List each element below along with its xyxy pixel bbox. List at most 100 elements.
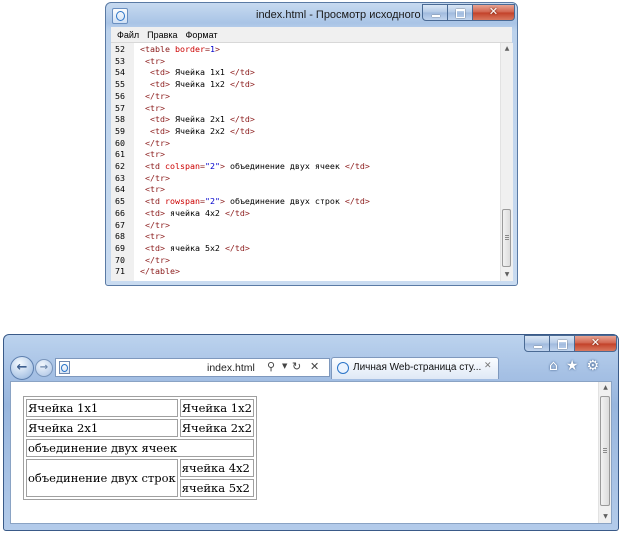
line-number: 59 <box>115 125 125 136</box>
code-text: <td> Ячейка 2x2 </td> <box>150 125 255 136</box>
source-view-window: index.html - Просмотр исходного кода Фай… <box>105 2 518 286</box>
line-number: 67 <box>115 219 125 230</box>
scroll-down-arrow-icon[interactable]: ▼ <box>599 511 611 523</box>
code-text: <td rowspan="2"> объединение двух строк … <box>145 196 370 207</box>
table-cell: ячейка 4x2 <box>179 459 254 477</box>
code-text: </table> <box>140 266 180 277</box>
ie-tab-icon <box>337 362 349 374</box>
menu-edit[interactable]: Правка <box>143 30 181 40</box>
source-code-area[interactable]: 52 <table border=1> 53 <tr> 54 <td> Ячейка 1x… <box>111 43 500 281</box>
maximize-button[interactable] <box>448 4 473 21</box>
code-text: <td> Ячейка 2x1 </td> <box>150 114 255 125</box>
code-text: </tr> <box>145 219 170 230</box>
line-number: 62 <box>115 161 125 171</box>
table-row: Ячейка 1x1 Ячейка 1x2 <box>26 399 254 417</box>
source-window-titlebar[interactable]: index.html - Просмотр исходного кода <box>106 3 517 27</box>
code-text: <td colspan="2"> объединение двух ячеек … <box>145 161 370 171</box>
table-cell: Ячейка 2x1 <box>26 419 178 437</box>
line-number: 57 <box>115 102 125 113</box>
browser-window-controls <box>524 335 617 352</box>
forward-button[interactable]: → <box>35 359 53 377</box>
table-cell-rowspan: объединение двух строк <box>26 459 178 497</box>
source-vertical-scrollbar[interactable]: ▲ ▼ <box>500 43 513 281</box>
forward-arrow-icon: → <box>39 362 49 373</box>
table-row: объединение двух строк ячейка 4x2 <box>26 459 254 497</box>
line-number: 63 <box>115 172 125 183</box>
close-button[interactable] <box>575 335 617 352</box>
back-arrow-icon: ← <box>16 360 28 375</box>
minimize-button[interactable] <box>524 335 550 352</box>
line-number: 64 <box>115 184 125 195</box>
code-text: <tr> <box>145 184 165 195</box>
ie-page-icon <box>112 8 128 24</box>
source-window-title: index.html - Просмотр исходного кода <box>256 9 448 21</box>
code-text: <td> Ячейка 1x2 </td> <box>150 79 255 90</box>
browser-window: ← → index.html ⚲ ▼ ↻ ✕ Личная Web-страни… <box>3 334 619 531</box>
line-number: 54 <box>115 67 125 78</box>
scroll-down-arrow-icon[interactable]: ▼ <box>501 269 513 281</box>
close-button[interactable] <box>473 4 515 21</box>
line-number: 65 <box>115 196 125 207</box>
line-number: 52 <box>115 44 125 54</box>
browser-command-icons: ⌂ ★ ⚙ <box>549 358 599 374</box>
home-icon[interactable]: ⌂ <box>549 358 558 374</box>
source-window-controls <box>422 4 515 21</box>
back-button[interactable]: ← <box>10 356 34 380</box>
address-url[interactable]: index.html <box>207 362 255 374</box>
browser-toolbar: ← → index.html ⚲ ▼ ↻ ✕ Личная Web-страни… <box>4 353 618 381</box>
page-content: Ячейка 1x1 Ячейка 1x2 Ячейка 2x1 Ячейка … <box>10 381 612 524</box>
table-cell: Ячейка 2x2 <box>179 419 254 437</box>
menu-format[interactable]: Формат <box>182 30 222 40</box>
code-text: </tr> <box>145 172 170 183</box>
table-row: объединение двух ячеек <box>26 439 254 457</box>
minimize-button[interactable] <box>422 4 448 21</box>
code-text: <tr> <box>145 55 165 66</box>
table-cell: Ячейка 1x2 <box>179 399 254 417</box>
chevron-down-icon[interactable]: ▼ <box>282 362 287 370</box>
scroll-thumb[interactable] <box>502 209 511 267</box>
line-number: 56 <box>115 90 125 101</box>
tab-title: Личная Web-страница сту... <box>353 362 482 373</box>
line-number: 71 <box>115 266 125 277</box>
table-cell: ячейка 5x2 <box>179 479 254 497</box>
scroll-thumb[interactable] <box>600 396 610 506</box>
table-row: Ячейка 2x1 Ячейка 2x2 <box>26 419 254 437</box>
line-number: 55 <box>115 79 125 90</box>
code-text: <td> ячейка 5x2 </td> <box>145 242 250 253</box>
browser-vertical-scrollbar[interactable]: ▲ ▼ <box>598 382 611 523</box>
source-menubar: Файл Правка Формат <box>111 27 512 43</box>
line-number: 58 <box>115 114 125 125</box>
tools-gear-icon[interactable]: ⚙ <box>586 358 599 374</box>
line-number: 69 <box>115 242 125 253</box>
stop-icon[interactable]: ✕ <box>310 360 319 373</box>
refresh-icon[interactable]: ↻ <box>292 360 301 373</box>
search-icon[interactable]: ⚲ <box>267 360 275 373</box>
code-text: <table border=1> <box>140 44 220 54</box>
line-number: 60 <box>115 137 125 148</box>
code-text: </tr> <box>145 137 170 148</box>
address-bar[interactable]: index.html ⚲ ▼ ↻ ✕ <box>55 358 330 377</box>
line-number: 68 <box>115 231 125 242</box>
maximize-button[interactable] <box>550 335 575 352</box>
tab-close-icon[interactable]: ✕ <box>484 361 492 371</box>
line-number: 70 <box>115 254 125 265</box>
code-text: </tr> <box>145 90 170 101</box>
code-text: <td> ячейка 4x2 </td> <box>145 207 250 218</box>
scroll-up-arrow-icon[interactable]: ▲ <box>501 43 513 55</box>
demo-table: Ячейка 1x1 Ячейка 1x2 Ячейка 2x1 Ячейка … <box>23 396 257 500</box>
code-text: <td> Ячейка 1x1 </td> <box>150 67 255 78</box>
code-text: <tr> <box>145 231 165 242</box>
menu-file[interactable]: Файл <box>111 30 143 40</box>
tab-active[interactable]: Личная Web-страница сту... ✕ <box>331 357 499 379</box>
line-number: 66 <box>115 207 125 218</box>
scroll-up-arrow-icon[interactable]: ▲ <box>599 382 611 394</box>
favorites-star-icon[interactable]: ★ <box>566 358 579 374</box>
line-number: 53 <box>115 55 125 66</box>
table-cell: Ячейка 1x1 <box>26 399 178 417</box>
code-text: <tr> <box>145 149 165 160</box>
code-text: <tr> <box>145 102 165 113</box>
code-text: </tr> <box>145 254 170 265</box>
table-cell-colspan: объединение двух ячеек <box>26 439 254 457</box>
page-icon <box>59 361 70 374</box>
line-number: 61 <box>115 149 125 160</box>
